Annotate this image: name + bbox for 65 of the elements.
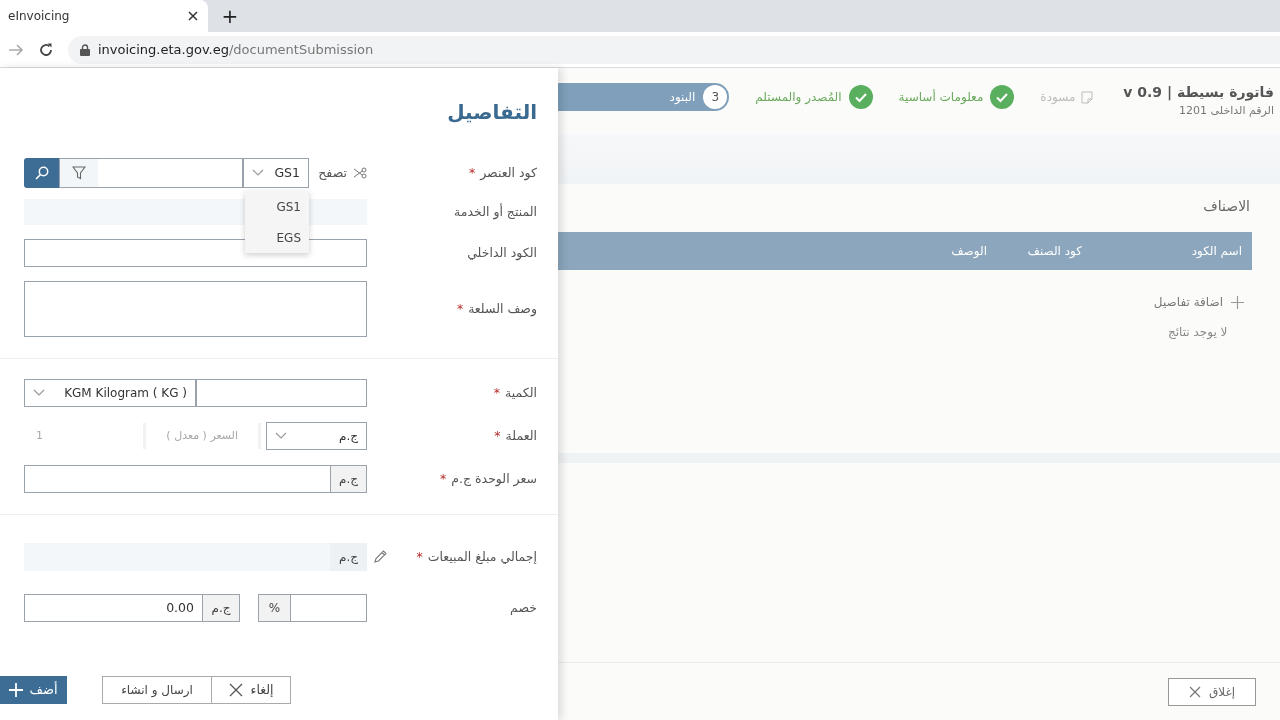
dropdown-option[interactable]: EGS bbox=[245, 222, 309, 253]
close-button[interactable]: إغلاق bbox=[1168, 677, 1256, 706]
input-field[interactable] bbox=[290, 594, 367, 622]
close-icon bbox=[228, 683, 243, 697]
field-label: الكمية * bbox=[493, 383, 537, 402]
search-button[interactable] bbox=[24, 158, 59, 188]
invoice-number: الرقم الداخلى 1201 bbox=[1178, 103, 1274, 119]
field-label: العملة * bbox=[494, 426, 537, 445]
invoice-title: فاتورة بسيطة | v 0.9 bbox=[1123, 83, 1274, 103]
close-icon bbox=[1188, 685, 1201, 698]
check-circle-icon bbox=[990, 85, 1015, 109]
new-tab-button[interactable]: + bbox=[208, 0, 252, 32]
dropdown-option[interactable]: GS1 bbox=[245, 191, 309, 222]
section-title: الاصناف bbox=[1202, 197, 1251, 216]
field-label: سعر الوحدة ج.م * bbox=[440, 469, 537, 489]
add-button[interactable]: أضف bbox=[0, 676, 67, 704]
tab-title: eInvoicing bbox=[8, 8, 70, 25]
field-label: إجمالي مبلغ المبيعات * bbox=[416, 547, 537, 566]
column-header: اسم الكود bbox=[1190, 243, 1242, 260]
address-bar[interactable]: invoicing.eta.gov.eg/documentSubmission bbox=[68, 35, 1280, 64]
field-label: كود العنصر * bbox=[468, 163, 537, 183]
browser-tab[interactable]: eInvoicing bbox=[0, 0, 208, 32]
step-number: 3 bbox=[703, 85, 728, 109]
check-circle-icon bbox=[848, 85, 873, 109]
amount-field[interactable]: 0.00 bbox=[24, 594, 202, 622]
rate-field: السعر ( معدل ) bbox=[149, 423, 261, 449]
column-header: الوصف bbox=[950, 243, 987, 260]
input-addon: % bbox=[258, 594, 290, 622]
field-label: الكود الداخلي bbox=[467, 243, 537, 263]
chevron-down-icon bbox=[33, 389, 45, 397]
field-label: وصف السلعة * bbox=[456, 299, 537, 319]
text-area[interactable] bbox=[24, 281, 367, 337]
search-icon bbox=[34, 166, 49, 180]
chevron-down-icon bbox=[252, 169, 264, 177]
plus-icon bbox=[9, 683, 24, 697]
browse-link[interactable]: تصفح bbox=[309, 163, 367, 183]
code-type-select[interactable]: GS1 bbox=[243, 158, 309, 188]
lock-icon bbox=[80, 43, 90, 56]
pencil-icon bbox=[373, 550, 387, 564]
send-create-button[interactable]: ارسال و انشاء bbox=[102, 676, 212, 704]
add-details-link[interactable]: اضافة تفاصيل bbox=[1153, 293, 1244, 311]
input-field[interactable] bbox=[24, 465, 330, 493]
url-text: invoicing.eta.gov.eg/documentSubmission bbox=[98, 40, 374, 59]
panel-title: التفاصيل bbox=[447, 99, 537, 126]
cancel-button[interactable]: إلغاء bbox=[212, 676, 291, 704]
input-addon: ج.م bbox=[330, 465, 367, 493]
reload-icon bbox=[38, 41, 54, 58]
search-field[interactable] bbox=[59, 158, 243, 188]
chevron-down-icon bbox=[275, 432, 287, 440]
input-addon: ج.م bbox=[330, 543, 367, 571]
plus-icon bbox=[1231, 295, 1244, 309]
input-addon: ج.م bbox=[202, 594, 240, 622]
empty-message: لا يوجد نتائج bbox=[1168, 324, 1228, 341]
unit-select[interactable]: KGM Kilogram ( KG ) bbox=[24, 379, 196, 407]
close-icon bbox=[188, 11, 198, 21]
scissors-icon bbox=[353, 167, 367, 179]
column-header: كود الصنف bbox=[1026, 243, 1082, 260]
rate-value: 1 bbox=[24, 423, 146, 449]
input-field[interactable] bbox=[196, 379, 367, 407]
field-label: خصم bbox=[510, 598, 537, 617]
currency-select[interactable]: ج.م bbox=[266, 422, 367, 450]
field-label: المنتج أو الخدمة bbox=[454, 202, 537, 222]
forward-arrow-icon bbox=[8, 42, 24, 57]
filter-icon bbox=[72, 166, 86, 180]
document-icon bbox=[1081, 90, 1094, 104]
